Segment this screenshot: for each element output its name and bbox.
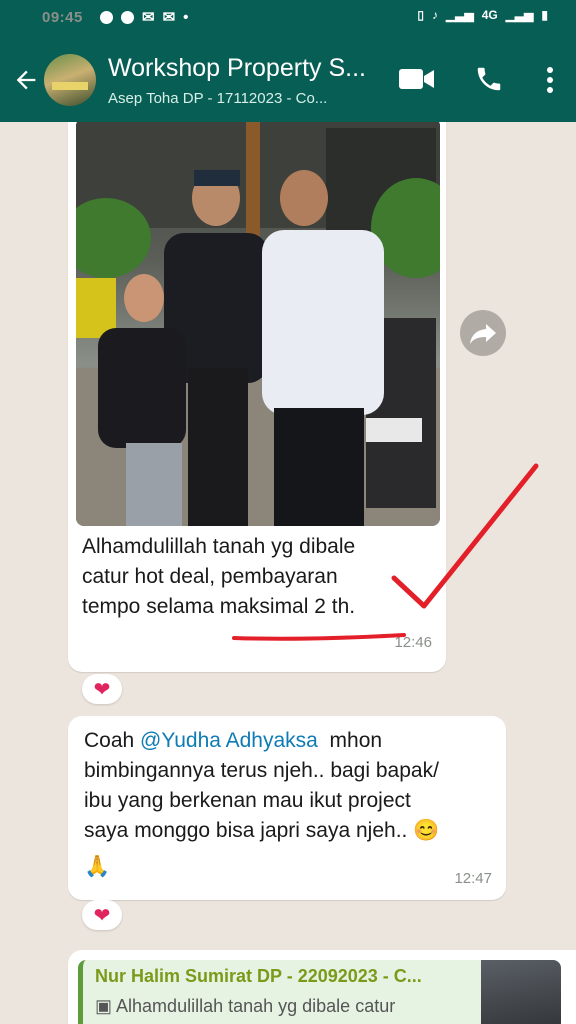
message-time: 12:47 — [454, 870, 492, 887]
battery-icon: ▮ — [541, 8, 548, 22]
heart-reaction[interactable]: ❤ — [82, 900, 122, 930]
smile-emoji: 😊 — [413, 819, 440, 842]
chat-header: Workshop Property S... Asep Toha DP - 17… — [0, 36, 576, 122]
sound-icon: ♪ — [432, 8, 438, 22]
message-line-text: saya monggo bisa japri saya njeh.. — [84, 819, 408, 842]
message-line: saya monggo bisa japri saya njeh.. 😊 — [84, 816, 494, 846]
quote-author: Nur Halim Sumirat DP - 22092023 - C... — [95, 966, 422, 986]
message-line: Coah @Yudha Adhyaksa mhon — [84, 726, 494, 756]
mail-icon-2: ✉ — [162, 9, 176, 26]
group-avatar[interactable] — [44, 54, 96, 106]
quote-thumbnail — [481, 960, 561, 1024]
signal-icon: ▁▃▅ — [446, 8, 474, 22]
status-bar: 09:45 ✉ ✉ • ▯ ♪ ▁▃▅ 4G ▁▃▅ ▮ — [0, 0, 576, 36]
system-icons: ▯ ♪ ▁▃▅ 4G ▁▃▅ ▮ — [417, 8, 548, 22]
status-time: 09:45 — [42, 9, 83, 26]
more-options-icon[interactable] — [540, 66, 560, 94]
heart-icon: ❤ — [93, 678, 111, 701]
underline-stroke — [232, 633, 406, 641]
mention-link[interactable]: @Yudha Adhyaksa — [140, 729, 318, 752]
pray-emoji: 🙏 — [84, 855, 111, 878]
quoted-message[interactable]: Nur Halim Sumirat DP - 22092023 - C... ▣… — [78, 960, 561, 1024]
chat-area[interactable]: Alhamdulillah tanah yg dibale catur hot … — [0, 122, 576, 1024]
network-type: 4G — [481, 8, 498, 22]
vibrate-icon: ▯ — [417, 8, 424, 22]
chat-subtitle[interactable]: Asep Toha DP - 17112023 - Co... — [108, 90, 327, 107]
message-text: Coah @Yudha Adhyaksa mhon bimbingannya t… — [84, 726, 494, 882]
message-prefix: Coah — [84, 729, 141, 752]
notification-icons: ✉ ✉ • — [100, 8, 188, 26]
voice-call-icon[interactable] — [474, 64, 504, 94]
shield-icon — [121, 10, 134, 24]
quote-text-value: Alhamdulillah tanah yg dibale catur — [116, 996, 396, 1016]
signal-icon-2: ▁▃▅ — [505, 8, 534, 22]
heart-reaction[interactable]: ❤ — [82, 674, 122, 704]
back-arrow-icon[interactable] — [12, 66, 40, 94]
image-icon: ▣ — [95, 996, 113, 1016]
text-message-bubble[interactable]: Coah @Yudha Adhyaksa mhon bimbingannya t… — [68, 716, 506, 900]
mail-icon: ✉ — [142, 9, 155, 26]
chat-notification-icon — [100, 10, 113, 24]
checkmark-stroke — [391, 463, 539, 609]
chat-title[interactable]: Workshop Property S... — [108, 54, 366, 83]
heart-icon: ❤ — [93, 904, 111, 927]
message-line: bimbingannya terus njeh.. bagi bapak/ — [84, 759, 439, 782]
dot-icon: • — [183, 8, 189, 26]
video-call-icon[interactable] — [398, 64, 436, 94]
message-line-text: mhon — [329, 729, 383, 752]
message-line: ibu yang berkenan mau ikut project — [84, 789, 411, 812]
quote-text: ▣ Alhamdulillah tanah yg dibale catur — [95, 996, 395, 1017]
reply-message-bubble[interactable]: Nur Halim Sumirat DP - 22092023 - C... ▣… — [68, 950, 576, 1024]
